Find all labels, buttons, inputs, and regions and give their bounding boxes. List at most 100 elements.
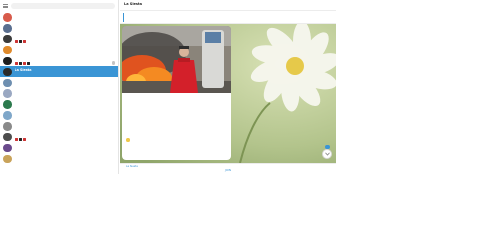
message-reactions[interactable] <box>126 138 133 142</box>
avatar <box>3 100 12 109</box>
chat-item-header <box>15 133 116 137</box>
chat-item-header <box>15 57 116 61</box>
chat-list-item[interactable] <box>0 56 118 67</box>
avatar <box>3 13 12 22</box>
chat-name: La Siesta <box>14 67 32 72</box>
join-channel-label: JOIN <box>225 168 231 172</box>
chat-item-body <box>15 111 116 119</box>
unread-badge <box>111 61 115 65</box>
pinned-message-bar[interactable] <box>120 11 336 24</box>
chat-preview <box>15 94 116 98</box>
chat-item-body <box>15 155 116 163</box>
sidebar-header <box>0 0 118 12</box>
chat-header[interactable]: La Siesta <box>120 0 336 11</box>
chat-preview <box>15 149 116 153</box>
media-thumbnail <box>14 61 18 65</box>
avatar <box>3 45 12 55</box>
chat-list-item[interactable] <box>0 88 118 99</box>
chat-item-header <box>15 122 116 126</box>
avatar <box>3 56 12 66</box>
avatar <box>3 122 12 131</box>
chat-list-item[interactable] <box>0 23 118 34</box>
avatar <box>3 132 12 142</box>
unread-count-badge <box>325 145 330 149</box>
chat-item-header <box>15 155 116 159</box>
avatar <box>3 34 12 44</box>
chat-item-body <box>14 133 116 142</box>
composer-bar: La Siesta JOIN <box>120 163 336 174</box>
chat-item-body <box>15 100 116 108</box>
chat-item-header <box>15 144 116 148</box>
chat-item-header <box>15 79 116 83</box>
chevron-down-icon <box>324 152 330 156</box>
chat-preview <box>15 29 116 33</box>
chat-item-header <box>15 89 116 93</box>
chat-list-sidebar: La Siesta <box>0 0 119 174</box>
chat-preview <box>15 18 116 22</box>
avatar <box>3 78 12 88</box>
chat-list-item[interactable] <box>0 154 118 165</box>
chat-item-header: La Siesta <box>15 68 116 72</box>
chat-item-header <box>15 24 116 28</box>
chat-list-item[interactable] <box>0 132 118 143</box>
media-thumbnail <box>14 39 18 43</box>
message-bubble[interactable] <box>122 26 231 160</box>
scroll-down-button[interactable] <box>322 149 332 159</box>
chat-list-item[interactable] <box>0 110 118 121</box>
chat-list-item[interactable] <box>0 143 118 154</box>
message-photo[interactable] <box>122 26 231 93</box>
chat-item-body <box>15 24 116 32</box>
protest-photo <box>122 26 231 93</box>
chat-preview <box>14 137 116 142</box>
chat-preview <box>15 73 116 77</box>
search-input[interactable] <box>11 3 115 9</box>
avatar <box>3 67 12 77</box>
chat-preview <box>15 116 116 120</box>
chat-title: La Siesta <box>124 1 143 6</box>
chat-preview <box>15 105 116 109</box>
chat-preview <box>14 39 116 44</box>
avatar <box>3 154 12 164</box>
media-thumbnail <box>18 39 22 43</box>
chat-preview <box>14 61 116 66</box>
chat-item-body <box>15 122 116 130</box>
chat-item-body <box>15 79 116 87</box>
media-thumbnails <box>14 61 30 65</box>
chat-list-item[interactable] <box>0 45 118 56</box>
media-thumbnail <box>22 61 26 65</box>
chat-item-header <box>15 111 116 115</box>
chat-list: La Siesta <box>0 12 118 164</box>
chat-list-item[interactable] <box>0 77 118 88</box>
media-thumbnail <box>18 137 22 141</box>
chat-list-item[interactable] <box>0 34 118 45</box>
avatar <box>3 143 12 153</box>
chat-item-header <box>15 100 116 104</box>
chat-item-body <box>15 144 116 152</box>
chat-list-item[interactable] <box>0 99 118 110</box>
avatar <box>3 24 12 33</box>
media-thumbnail <box>18 61 22 65</box>
chat-item-header <box>15 13 116 17</box>
media-thumbnail <box>14 137 18 141</box>
chat-list-item[interactable] <box>0 12 118 23</box>
chat-preview <box>15 127 116 131</box>
chat-item-header <box>15 35 116 39</box>
media-thumbnail <box>22 137 26 141</box>
chat-item-body <box>15 13 116 21</box>
chat-item-header <box>15 46 116 50</box>
chat-item-body <box>14 35 116 44</box>
chat-item-body <box>14 57 116 66</box>
avatar <box>3 89 12 98</box>
chat-area <box>120 11 336 163</box>
hamburger-menu-icon[interactable] <box>3 4 8 8</box>
chat-item-body <box>15 89 116 97</box>
reaction-emoji-icon[interactable] <box>126 138 130 142</box>
media-thumbnails <box>14 137 26 141</box>
chat-list-item[interactable]: La Siesta <box>0 66 118 78</box>
media-thumbnails <box>14 39 26 43</box>
chat-preview <box>15 83 116 87</box>
chat-list-item[interactable] <box>0 121 118 132</box>
avatar <box>3 111 12 120</box>
media-thumbnail <box>26 61 30 65</box>
chat-preview <box>15 160 116 164</box>
